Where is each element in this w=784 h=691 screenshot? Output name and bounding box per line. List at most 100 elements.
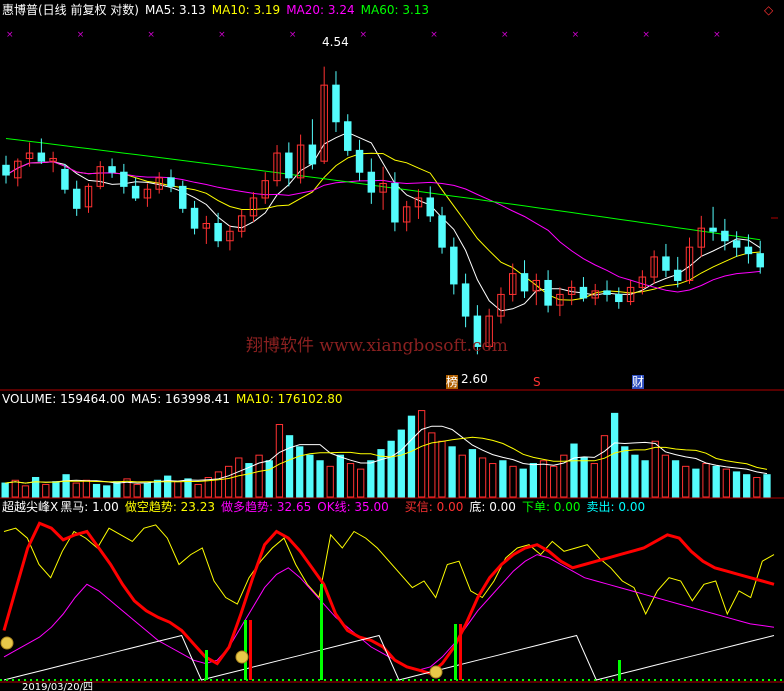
x-marker: × [501,30,509,40]
volume-bar [631,454,639,498]
x-marker: × [289,30,297,40]
duo-legend: 做多趋势: 32.65 [221,500,312,514]
candle-body [438,215,446,248]
x-marker: × [218,30,226,40]
volume-bar [580,457,588,498]
volume-bar [143,482,152,498]
volume-bar [113,481,121,498]
volume-bar [72,482,80,498]
tag-cai: 财 [632,375,645,389]
candle-body [355,149,364,173]
volume-bar [600,435,609,498]
volume-bar [224,465,233,498]
volume-bar [82,479,91,498]
volume-bar [31,476,40,498]
volume-bar [468,449,477,498]
volume-bar [692,468,700,498]
high-price-label: 4.54 [322,35,349,49]
candle-body [450,246,458,285]
volume-bar [722,468,731,498]
volume-bar [641,460,649,498]
candle-body [179,185,187,209]
volume-bar [296,446,304,498]
volume-ma5: MA5: 163998.41 [131,392,230,406]
volume-bar [651,440,659,498]
ma10-legend: MA10: 3.19 [211,3,281,17]
candle-body [167,177,175,187]
candle-body [37,152,46,162]
date-label: 2019/03/20/四 [22,682,94,691]
candle-body [461,283,470,317]
tag-s: S [533,375,541,389]
volume-bar [346,463,355,498]
volume-bar [306,454,314,498]
volume-bar [21,485,30,498]
ma20-legend: MA20: 3.24 [286,3,355,17]
ma5-legend: MA5: 3.13 [145,3,206,17]
candle-body [603,290,611,295]
ma5-line [5,131,761,312]
x-marker: × [713,30,721,40]
candle-body [285,152,293,179]
volume-bar [702,463,710,498]
volume-bar [753,476,761,498]
volume-ma10-line [5,436,768,484]
volume-bar [275,424,284,498]
volume-bar [621,446,629,498]
candle-body [615,293,623,303]
volume-bar [539,460,548,498]
volume-value: VOLUME: 159464.00 [2,392,125,406]
volume-bar [417,410,426,498]
volume-ma10: MA10: 176102.80 [235,392,343,406]
volume-bar [255,454,263,498]
candle-body [131,185,140,199]
candle-body [721,230,729,242]
volume-bar [174,481,182,498]
volume-bar [743,474,751,498]
tag-bang: 榜 [446,375,459,389]
volume-bar [407,415,416,498]
volume-bar [285,435,294,498]
volume-bar [316,460,324,498]
kong-legend: 做空趋势: 23.23 [124,500,216,514]
buy-signal-bar [618,660,621,680]
candle-body [756,253,764,268]
volume-header: VOLUME: 159464.00 MA5: 163998.41 MA10: 176… [2,392,349,406]
candle-body [308,144,317,165]
x-marker: × [77,30,85,40]
smiley-icon [235,650,249,664]
ok-legend: OK线: 35.00 [317,500,389,514]
x-marker: × [430,30,438,40]
candle-body [579,286,588,299]
diamond-icon[interactable]: ◇ [764,3,773,17]
main-header: 惠博普(日线 前复权 对数) MA5: 3.13 MA10: 3.19 MA20: 3… [2,3,435,17]
candle-body [2,164,10,176]
volume-bar [610,412,619,498]
volume-bar [661,454,670,498]
volume-bar [509,465,517,498]
volume-bar [103,485,111,498]
candle-body [744,246,753,255]
volume-bar [265,460,273,498]
watermark: 翔博软件 www.xiangbosoft.com [246,336,508,356]
volume-bar [214,471,223,498]
volume-bar [448,446,456,498]
candle-body [426,197,434,217]
indicator-name: 超越尖峰X [2,500,59,514]
candle-body [61,168,69,190]
volume-bar [42,483,50,498]
x-marker: × [572,30,580,40]
buy-signal-bar [454,624,457,680]
candle-body [367,171,376,193]
volume-ma5-line [5,425,768,484]
volume-bar [529,463,538,498]
volume-bar [1,482,9,498]
volume-bar [712,465,720,498]
buy-signal-bar [244,620,247,680]
volume-bar [153,479,162,498]
indicator-header: 超越尖峰X 黑马: 1.00 做空趋势: 23.23 做多趋势: 32.65 OK线: … [2,500,651,514]
candle-body [190,207,199,229]
volume-bar [326,465,334,498]
volume-bar [478,457,487,498]
volume-bar [52,481,60,498]
